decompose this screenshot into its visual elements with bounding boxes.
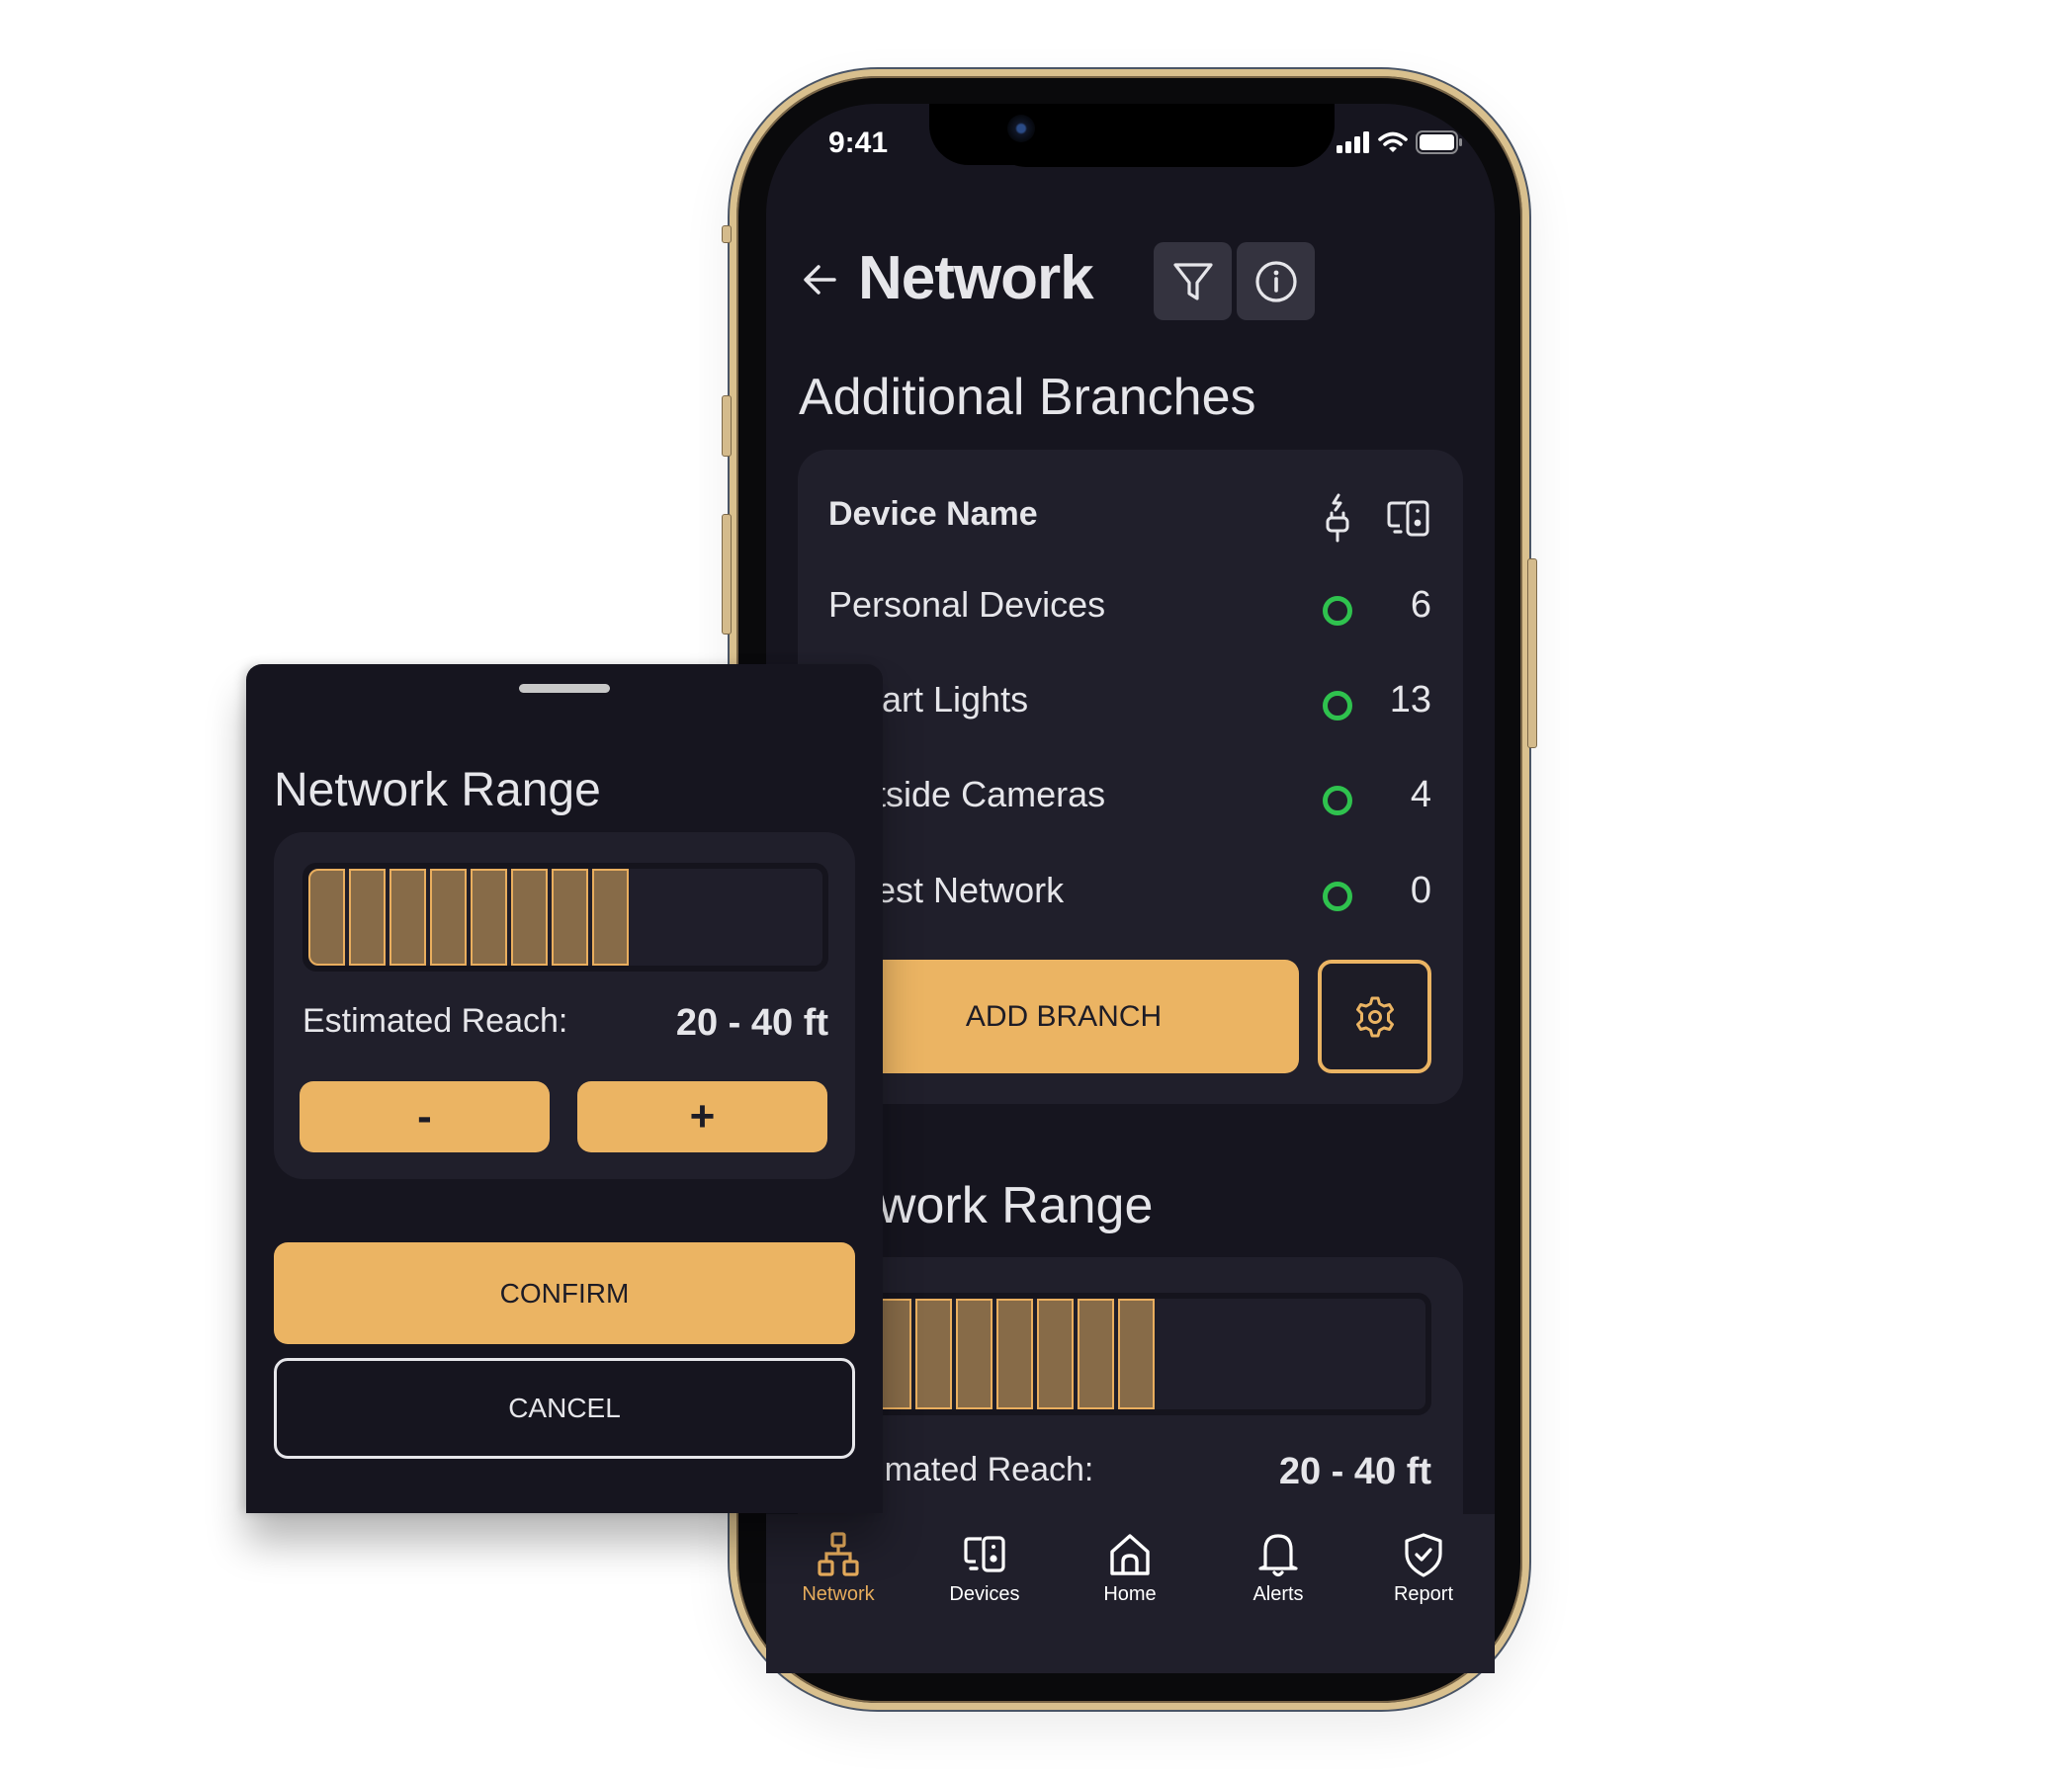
section-title-branches: Additional Branches — [799, 369, 1256, 426]
level-segment-empty — [673, 869, 710, 966]
silent-switch — [722, 225, 732, 243]
front-camera — [1007, 115, 1035, 142]
power-button — [1527, 558, 1537, 748]
gear-icon — [1355, 996, 1394, 1037]
devices-icon — [964, 1536, 1005, 1572]
info-icon — [1254, 260, 1297, 302]
level-segment-filled — [430, 869, 467, 966]
page-title: Network — [858, 244, 1094, 312]
info-button[interactable] — [1237, 242, 1315, 320]
network-icon — [818, 1532, 859, 1576]
nav-item-report[interactable]: Report — [1354, 1532, 1493, 1606]
level-segment-empty — [1159, 1299, 1195, 1409]
nav-label: Devices — [949, 1583, 1020, 1605]
table-header-device-name: Device Name — [828, 495, 1038, 533]
row-count: 4 — [1410, 774, 1431, 815]
online-status-icon — [1323, 691, 1352, 720]
level-segment-empty — [1199, 1299, 1236, 1409]
filter-icon — [1172, 262, 1213, 300]
level-segment-filled — [1037, 1299, 1074, 1409]
table-row[interactable]: Personal Devices 6 — [798, 576, 1463, 635]
level-segment-filled — [471, 869, 507, 966]
level-segment-empty — [754, 869, 791, 966]
level-segment-filled — [1118, 1299, 1155, 1409]
nav-item-alerts[interactable]: Alerts — [1209, 1532, 1347, 1606]
nav-item-network[interactable]: Network — [769, 1532, 907, 1606]
nav-item-devices[interactable]: Devices — [915, 1532, 1054, 1606]
nav-label: Network — [802, 1583, 875, 1605]
level-segment-empty — [1321, 1299, 1357, 1409]
range-level-bar — [828, 1293, 1431, 1415]
branches-card: Device Name Personal Devices 6 Smart Lig… — [798, 450, 1463, 1104]
level-segment-empty — [795, 869, 822, 966]
add-branch-button[interactable]: ADD BRANCH — [828, 960, 1299, 1073]
drag-handle[interactable] — [519, 684, 610, 693]
battery-icon — [1416, 130, 1462, 154]
level-segment-empty — [1240, 1299, 1276, 1409]
arrow-left-icon[interactable] — [799, 259, 840, 300]
level-segment-filled — [1078, 1299, 1114, 1409]
shield-check-icon — [1405, 1533, 1442, 1577]
table-row[interactable]: Outside Cameras 4 — [798, 766, 1463, 825]
row-count: 6 — [1410, 584, 1431, 626]
level-segment-empty — [1280, 1299, 1317, 1409]
home-icon — [1110, 1534, 1150, 1575]
cellular-signal-icon — [1337, 131, 1369, 153]
reach-value: 20 - 40 ft — [1278, 1451, 1431, 1492]
confirm-button[interactable]: CONFIRM — [274, 1242, 855, 1344]
online-status-icon — [1323, 786, 1352, 815]
online-status-icon — [1323, 882, 1352, 911]
bell-icon — [1258, 1534, 1298, 1577]
nav-label: Alerts — [1252, 1583, 1304, 1605]
level-segment-empty — [714, 869, 750, 966]
level-segment-filled — [915, 1299, 952, 1409]
level-segment-empty — [633, 869, 669, 966]
row-label: Personal Devices — [828, 584, 1106, 625]
row-count: 13 — [1389, 679, 1431, 720]
nav-label: Report — [1393, 1583, 1454, 1605]
row-count: 0 — [1410, 870, 1431, 911]
increase-range-button[interactable]: + — [577, 1081, 827, 1152]
devices-icon — [1387, 500, 1429, 537]
network-range-sheet: Network Range Estimated Reach: 20 - 40 f… — [246, 664, 883, 1513]
level-segment-filled — [592, 869, 629, 966]
nav-label: Home — [1103, 1583, 1157, 1605]
decrease-range-button[interactable]: - — [300, 1081, 550, 1152]
power-plug-icon — [1326, 493, 1349, 543]
sheet-range-card: Estimated Reach: 20 - 40 ft - + — [274, 832, 855, 1179]
notch-lower — [991, 124, 1329, 167]
level-segment-filled — [996, 1299, 1033, 1409]
level-segment-filled — [956, 1299, 993, 1409]
reach-label: Estimated Reach: — [302, 1002, 568, 1040]
wifi-icon — [1378, 131, 1408, 152]
status-icons — [1337, 130, 1463, 154]
reach-value: 20 - 40 ft — [675, 1002, 828, 1044]
cancel-button[interactable]: CANCEL — [274, 1358, 855, 1459]
level-segment-filled — [349, 869, 386, 966]
nav-item-home[interactable]: Home — [1061, 1532, 1199, 1606]
volume-down-button — [722, 514, 732, 635]
level-segment-filled — [308, 869, 345, 966]
bottom-nav: Network Devices Home Alerts Report — [766, 1514, 1495, 1673]
volume-up-button — [722, 395, 732, 457]
level-segment-filled — [511, 869, 548, 966]
branch-settings-button[interactable] — [1318, 960, 1431, 1073]
range-level-bar — [302, 863, 828, 972]
status-time: 9:41 — [828, 127, 889, 159]
range-card: Estimated Reach: 20 - 40 ft — [798, 1257, 1463, 1554]
sheet-title: Network Range — [274, 764, 601, 816]
level-segment-filled — [552, 869, 588, 966]
online-status-icon — [1323, 596, 1352, 626]
table-row[interactable]: Guest Network 0 — [798, 862, 1463, 921]
level-segment-filled — [389, 869, 426, 966]
table-row[interactable]: Smart Lights 13 — [798, 671, 1463, 730]
filter-button[interactable] — [1154, 242, 1232, 320]
